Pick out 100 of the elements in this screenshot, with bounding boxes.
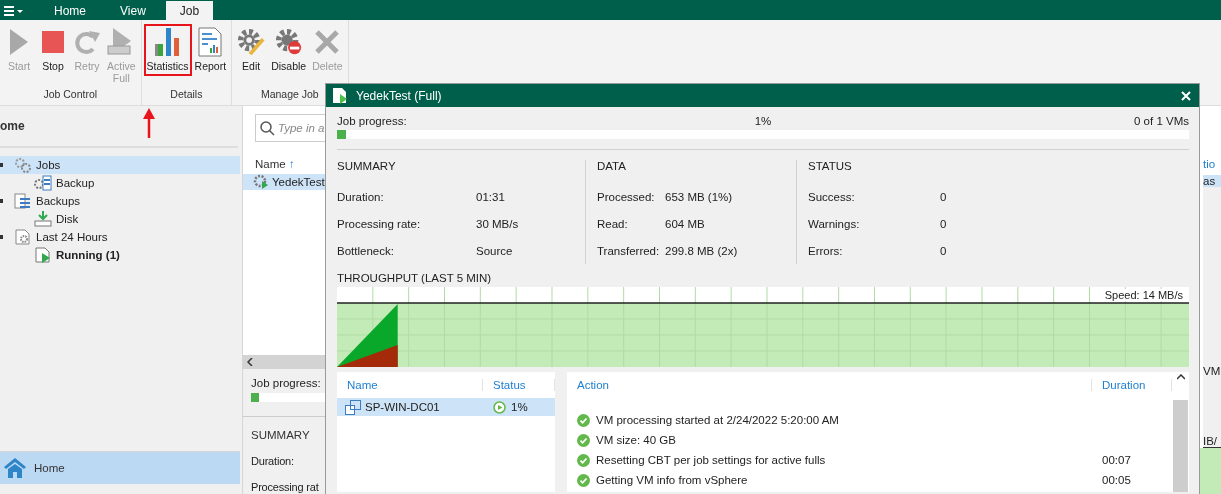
expander-icon[interactable] (0, 163, 3, 167)
gear-minus-icon (274, 27, 303, 57)
group-label: Manage Job (260, 88, 319, 102)
check-icon (577, 433, 590, 447)
gear-pencil-icon (237, 27, 266, 57)
stat-label: Bottleneck: (337, 244, 395, 257)
stat-value: 299.8 MB (2x) (665, 244, 739, 257)
scrollbar[interactable] (1172, 372, 1189, 492)
progress-label: Job progress: (337, 115, 408, 127)
stat-value: 653 MB (1%) (665, 190, 734, 203)
ribbon-button[interactable]: Disable (268, 24, 310, 76)
search-placeholder: Type in a (278, 122, 325, 134)
job-name: YedekTest (272, 176, 325, 188)
stat-label: Duration: (337, 190, 385, 203)
column-header[interactable]: Name ↑ (255, 158, 325, 170)
stat-label: Success: (808, 190, 856, 203)
tree-item[interactable]: Disk (0, 210, 240, 228)
column-header[interactable]: tio (1203, 158, 1221, 170)
stat-value: 30 MB/s (476, 217, 520, 230)
section-title: SUMMARY (251, 429, 311, 441)
section-title: SUMMARY (337, 160, 397, 172)
gears-icon (14, 157, 32, 173)
ribbon-button[interactable]: Statistics (143, 24, 192, 76)
close-icon[interactable] (1181, 90, 1191, 101)
document-play-icon (34, 247, 52, 263)
section-title: THROUGHPUT (LAST 5 MIN) (337, 272, 493, 284)
pointer-arrow (143, 108, 155, 138)
progress-label: Job progress: (251, 377, 322, 389)
section-title: DATA (597, 160, 627, 172)
column-header[interactable]: Duration (1092, 379, 1172, 391)
stat-value: Source (476, 244, 514, 257)
ribbon-button[interactable]: Stop (36, 24, 70, 76)
stat-label: Read: (597, 217, 629, 230)
server-icon (14, 193, 32, 209)
gear-play-icon (253, 174, 269, 190)
scrollbar[interactable] (243, 355, 325, 369)
document-play-icon (332, 87, 348, 104)
field-label: Duration: (251, 455, 295, 467)
column-header[interactable]: Action (567, 379, 1092, 391)
group-label: Job Control (43, 88, 98, 102)
progress-count: 0 of 1 VMs (1133, 115, 1189, 127)
stat-label: Errors: (808, 244, 844, 257)
vm-row[interactable]: SP-WIN-DC01 1% (337, 398, 555, 416)
log-duration: 00:07 (1101, 454, 1132, 466)
stat-label: Warnings: (808, 217, 861, 230)
menu-tab[interactable]: View (106, 1, 160, 20)
vm-name: SP-WIN-DC01 (365, 401, 440, 413)
expander-icon[interactable] (0, 235, 3, 239)
stat-value: 0 (940, 190, 948, 203)
tree-label: Backup (56, 177, 95, 189)
tree-item[interactable]: Backup (0, 174, 240, 192)
dialog-title: YedekTest (Full) (356, 88, 443, 103)
column-header[interactable]: Name (337, 379, 483, 391)
chevron-up-icon (1176, 374, 1185, 380)
stat-value: 0 (940, 244, 948, 257)
gear-list-icon (34, 175, 52, 191)
ribbon-button[interactable]: Edit (234, 24, 269, 76)
tree-label: Jobs (36, 159, 61, 171)
stop-icon (42, 31, 64, 53)
group-label: Details (170, 88, 203, 102)
tree-label: Backups (36, 195, 81, 207)
log-action: VM size: 40 GB (596, 434, 676, 446)
nav-button[interactable]: Home (0, 451, 240, 484)
panel-title: ome (0, 106, 238, 148)
check-icon (577, 413, 590, 427)
job-row[interactable]: YedekTest (243, 174, 325, 190)
chevron-left-icon (247, 358, 253, 366)
vm-icon (345, 399, 361, 415)
check-icon (577, 473, 590, 487)
stat-label: Processed: (597, 190, 656, 203)
menu-tab[interactable]: Home (40, 1, 100, 20)
progress-percent: 1% (754, 115, 772, 127)
document-gear-icon (14, 229, 32, 245)
search-icon (260, 120, 275, 136)
tree-item[interactable]: Jobs (0, 156, 240, 174)
section-title: STATUS (808, 160, 853, 172)
tree-label: Running (1) (56, 249, 120, 261)
ribbon-button[interactable]: Report (191, 24, 230, 76)
bar-chart-icon (154, 28, 181, 56)
download-drive-icon (34, 211, 52, 227)
stat-label: Processing rate: (337, 217, 422, 230)
table-cell: as (1203, 175, 1221, 187)
speed-label: Speed: 14 MB/s (1104, 289, 1183, 301)
field-label: Processing rat (251, 481, 320, 493)
home-icon (4, 458, 26, 478)
log-action: VM processing started at 2/24/2022 5:20:00 AM (596, 414, 839, 426)
close-icon (315, 30, 340, 54)
tree-item[interactable]: Running (1) (0, 246, 240, 264)
stat-label: Transferred: (597, 244, 661, 257)
play-icon (10, 29, 28, 55)
menu-tab[interactable]: Job (165, 1, 214, 20)
log-duration: 00:05 (1101, 474, 1132, 486)
play-circle-icon (493, 400, 506, 414)
column-header[interactable]: Status (483, 379, 555, 391)
tree-item[interactable]: Last 24 Hours (0, 228, 240, 246)
expander-icon[interactable] (0, 199, 3, 203)
throughput-graph (1200, 448, 1221, 494)
tree-label: Last 24 Hours (36, 231, 108, 243)
tree-item[interactable]: Backups (0, 192, 240, 210)
stat-value: 01:31 (476, 190, 506, 203)
